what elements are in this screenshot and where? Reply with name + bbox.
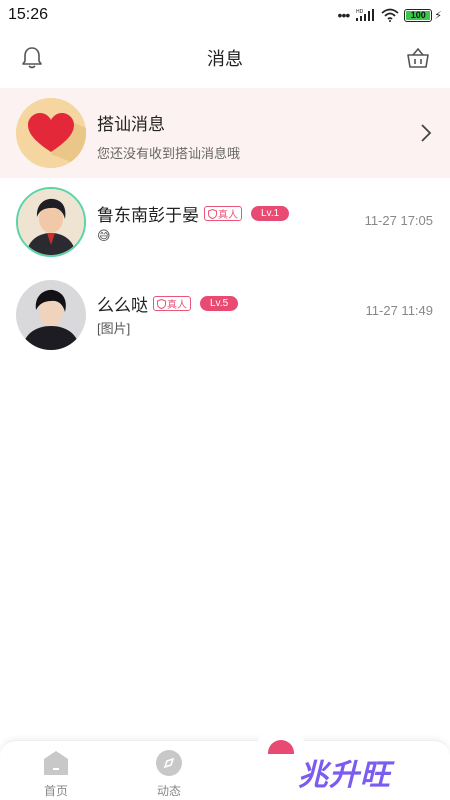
flirt-messages-row[interactable]: 搭讪消息 您还没有收到搭讪消息哦 — [0, 88, 450, 178]
heart-avatar — [16, 98, 86, 168]
verified-label: 真人 — [167, 300, 187, 311]
charging-icon: ⚡ — [434, 9, 442, 22]
contact-name: 么么哒 — [97, 296, 148, 315]
wifi-icon — [381, 8, 399, 22]
flirt-title: 搭讪消息 — [97, 115, 165, 134]
basket-icon[interactable] — [405, 45, 431, 71]
tab-home-label: 首页 — [43, 784, 68, 798]
contact-name: 鲁东南彭于晏 — [97, 206, 199, 225]
more-dots-icon: ••• — [337, 7, 351, 23]
conversation-item[interactable]: 鲁东南彭于晏 真人 Lv.1 😅 11-27 17:05 — [0, 178, 450, 268]
bell-icon[interactable] — [19, 45, 45, 71]
home-icon — [44, 751, 68, 775]
shield-icon — [157, 298, 166, 309]
tab-moments[interactable]: 动态 — [139, 749, 199, 799]
svg-text:HD: HD — [356, 9, 364, 15]
battery-level: 100 — [406, 10, 431, 20]
heart-icon — [16, 98, 86, 168]
conversation-item[interactable]: 么么哒 真人 Lv.5 [图片] 11-27 11:49 — [0, 268, 450, 358]
chevron-right-icon — [421, 124, 432, 142]
tab-moments-label: 动态 — [156, 784, 181, 798]
signal-icon: HD — [356, 9, 375, 21]
flirt-subtitle: 您还没有收到搭讪消息哦 — [97, 146, 241, 161]
battery-indicator: 100 ⚡ — [404, 8, 442, 22]
user-avatar-image — [18, 189, 84, 255]
status-time: 15:26 — [8, 6, 49, 23]
verified-badge: 真人 — [153, 296, 191, 311]
verified-badge: 真人 — [204, 206, 242, 221]
shield-icon — [208, 208, 217, 219]
user-avatar-image — [16, 280, 86, 350]
page-title: 消息 — [207, 49, 243, 69]
compass-icon — [156, 750, 182, 776]
message-preview: [图片] — [97, 321, 131, 336]
level-badge: Lv.1 — [251, 206, 290, 221]
avatar — [16, 280, 86, 350]
page-header: 消息 — [0, 30, 450, 86]
tab-home[interactable]: 首页 — [26, 749, 86, 799]
message-time: 11-27 17:05 — [364, 213, 433, 228]
level-badge: Lv.5 — [200, 296, 239, 311]
avatar — [16, 187, 86, 257]
verified-label: 真人 — [218, 210, 238, 221]
message-time: 11-27 11:49 — [365, 303, 433, 318]
status-icons: ••• HD 100 ⚡ — [338, 7, 442, 23]
watermark-logo: 兆升旺 — [298, 759, 391, 792]
status-bar: 15:26 ••• HD 100 ⚡ — [0, 0, 450, 30]
message-preview: 😅 — [97, 228, 111, 243]
